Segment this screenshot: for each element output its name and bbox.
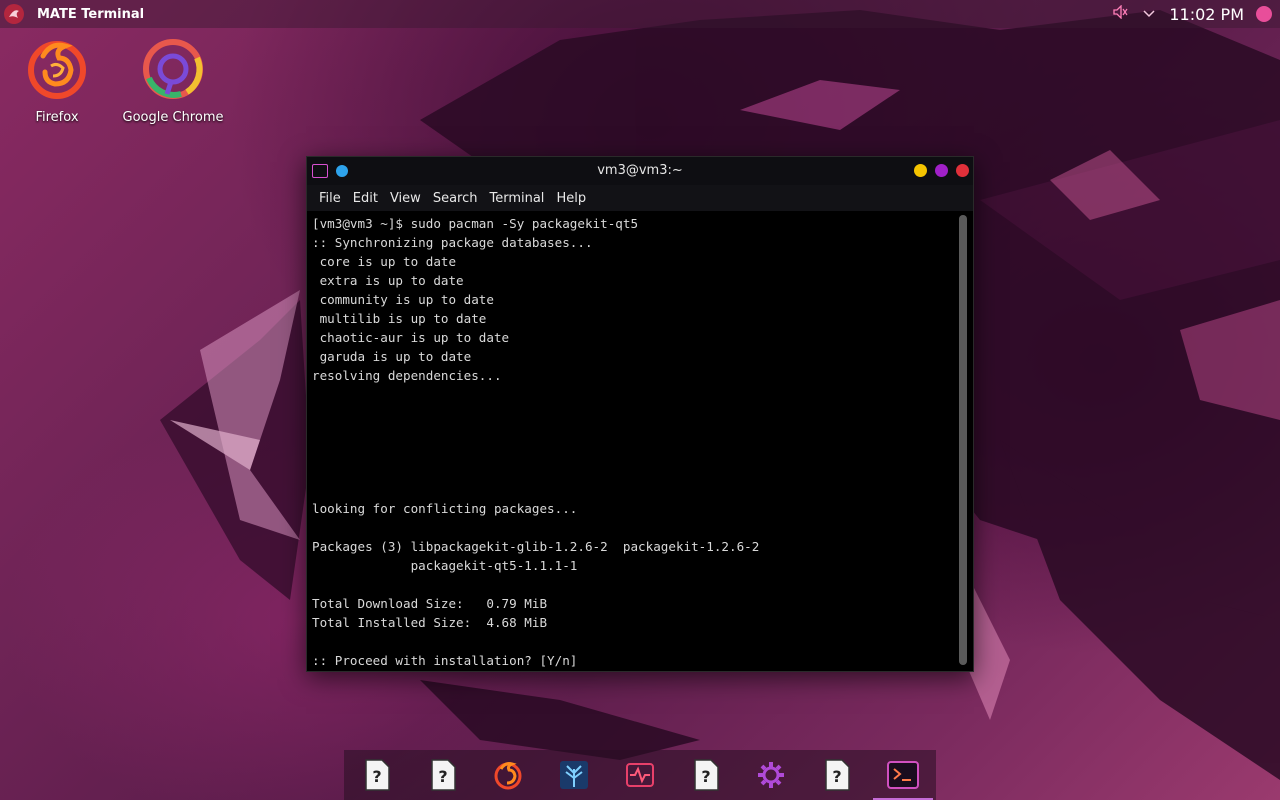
maximize-button[interactable] (935, 164, 948, 177)
terminal-scrollbar[interactable] (959, 215, 967, 665)
svg-text:?: ? (372, 767, 381, 786)
system-tray: 11:02 PM (1113, 0, 1280, 28)
terminal-menubar: File Edit View Search Terminal Help (307, 185, 973, 211)
desktop-icon-google-chrome[interactable]: Google Chrome (118, 36, 228, 125)
menu-search[interactable]: Search (433, 191, 478, 206)
svg-text:?: ? (701, 767, 710, 786)
desktop-icon-label: Google Chrome (122, 110, 224, 125)
terminal-output[interactable]: [vm3@vm3 ~]$ sudo pacman -Sy packagekit-… (307, 211, 953, 671)
desktop-icon-label: Firefox (35, 110, 79, 125)
unknown-file-icon: ? (430, 759, 456, 791)
terminal-icon (887, 761, 919, 789)
terminal-text: [vm3@vm3 ~]$ sudo pacman -Sy packagekit-… (312, 216, 760, 668)
garuda-menu-icon[interactable] (4, 4, 24, 24)
menu-terminal[interactable]: Terminal (489, 191, 544, 206)
top-panel: MATE Terminal 11:02 PM (0, 0, 1280, 28)
svg-text:?: ? (833, 767, 842, 786)
firefox-icon (494, 762, 522, 790)
dock-item-unknown-3[interactable]: ? (688, 757, 724, 793)
unknown-file-icon: ? (693, 759, 719, 791)
menu-file[interactable]: File (319, 191, 341, 206)
chrome-icon (143, 39, 203, 99)
dock-item-system-monitor[interactable] (622, 757, 658, 793)
dock-item-unknown-1[interactable]: ? (359, 757, 395, 793)
tree-app-icon (560, 761, 589, 789)
dock-item-unknown-2[interactable]: ? (425, 757, 461, 793)
menu-view[interactable]: View (390, 191, 421, 206)
dock-item-tree-app[interactable] (556, 757, 592, 793)
window-title: vm3@vm3:~ (597, 163, 683, 178)
user-avatar-icon[interactable] (1256, 6, 1272, 22)
scrollbar-thumb[interactable] (959, 215, 967, 665)
clock[interactable]: 11:02 PM (1169, 5, 1244, 24)
dock-item-settings[interactable] (753, 757, 789, 793)
unknown-file-icon: ? (825, 759, 850, 791)
firefox-icon (28, 41, 86, 99)
desktop-icon-firefox[interactable]: Firefox (2, 36, 112, 125)
close-button[interactable] (956, 164, 969, 177)
unknown-file-icon: ? (365, 759, 390, 791)
chevron-down-icon[interactable] (1143, 7, 1155, 21)
terminal-window[interactable]: vm3@vm3:~ File Edit View Search Terminal… (306, 156, 974, 672)
system-monitor-icon (625, 763, 654, 787)
menu-help[interactable]: Help (556, 191, 586, 206)
active-window-title: MATE Terminal (37, 6, 145, 22)
settings-gear-icon (758, 762, 785, 788)
dock-item-terminal[interactable] (873, 757, 933, 800)
dock-item-firefox[interactable] (490, 757, 526, 793)
dock: ? ? ? ? (344, 750, 936, 800)
svg-text:?: ? (438, 767, 447, 786)
minimize-button[interactable] (914, 164, 927, 177)
terminal-titlebar[interactable]: vm3@vm3:~ (307, 157, 973, 185)
dock-item-unknown-4[interactable]: ? (819, 757, 855, 793)
volume-icon[interactable] (1113, 4, 1129, 23)
menu-edit[interactable]: Edit (353, 191, 378, 206)
